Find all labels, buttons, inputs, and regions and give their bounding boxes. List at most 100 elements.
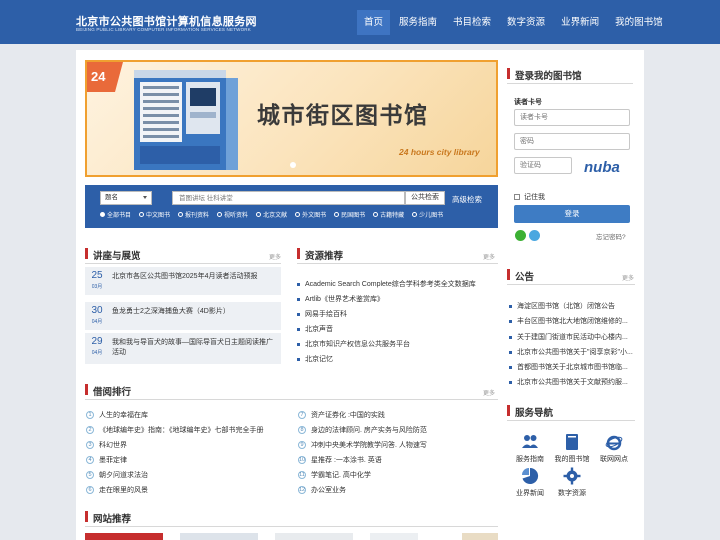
- ranking-item[interactable]: 11 学霸笔记. 高中化学: [298, 470, 371, 480]
- scope-option[interactable]: 中文图书: [139, 210, 170, 219]
- site-link-logo[interactable]: [370, 533, 418, 540]
- captcha-image[interactable]: nuba: [582, 156, 622, 178]
- resource-item[interactable]: 北京市知识产权信息公共服务平台: [297, 339, 410, 349]
- people-icon: [522, 435, 538, 448]
- bullet-icon: [509, 365, 512, 369]
- search-field-select-value: 题名: [105, 194, 118, 201]
- site-link-logo[interactable]: [180, 533, 258, 540]
- divider: [85, 526, 498, 527]
- ranking-more-link[interactable]: 更多: [483, 388, 495, 397]
- divider: [85, 263, 281, 264]
- nav-home[interactable]: 首页: [357, 10, 391, 35]
- advanced-search-link[interactable]: 高级检索: [452, 194, 482, 205]
- forgot-password-link[interactable]: 忘记密码?: [596, 231, 626, 241]
- bullet-icon: [509, 335, 512, 339]
- search-field-select[interactable]: 题名: [100, 191, 152, 205]
- badge-text: 24: [91, 69, 106, 84]
- rank-number: 8: [298, 426, 306, 434]
- radio-icon: [334, 212, 340, 217]
- divider: [297, 263, 498, 264]
- resource-item[interactable]: Artlib《世界艺术鉴赏库》: [297, 294, 384, 304]
- nav-digital-resources[interactable]: 数字资源: [500, 10, 552, 35]
- captcha-text: nuba: [584, 159, 620, 176]
- site-link-logo[interactable]: [462, 533, 498, 540]
- ranking-item[interactable]: 7 资产证券化 :中国的实践: [298, 410, 385, 420]
- lectures-more-link[interactable]: 更多: [269, 252, 281, 261]
- ranking-item[interactable]: 5 朝夕问道求法治: [86, 470, 148, 480]
- bullet-icon: [297, 282, 300, 286]
- lecture-item[interactable]: 25 03月 北京市各区公共图书馆2025年4月读者活动预报: [85, 267, 281, 295]
- service-guide-link[interactable]: 服务指南: [508, 433, 552, 464]
- rank-number: 12: [298, 486, 306, 494]
- ranking-item[interactable]: 9 冲刺中央美术学院教学问答. 人物速写: [298, 440, 427, 450]
- notice-more-link[interactable]: 更多: [622, 273, 634, 282]
- qq-icon[interactable]: [529, 230, 540, 241]
- resource-item[interactable]: 网易手绘百科: [297, 309, 347, 319]
- ranking-item[interactable]: 12 办公室业务: [298, 485, 346, 495]
- ranking-item[interactable]: 8 身边的法律顾问. 房产实务与风险防范: [298, 425, 427, 435]
- notice-item[interactable]: 关于建国门街道市民活动中心楼内...: [509, 332, 628, 342]
- card-number-input[interactable]: [514, 109, 630, 126]
- my-library-link[interactable]: 我的图书馆: [550, 433, 594, 464]
- bullet-icon: [297, 342, 300, 346]
- site-link-logo[interactable]: [275, 533, 353, 540]
- nav-service-guide[interactable]: 服务指南: [392, 10, 444, 35]
- notice-item[interactable]: 海淀区图书馆（北馆）闭馆公告: [509, 301, 615, 311]
- ranking-item[interactable]: 2 《地球编年史》指南：《地球编年史》七部书完全手册: [86, 425, 264, 435]
- section-marker: [507, 269, 510, 280]
- resources-more-link[interactable]: 更多: [483, 252, 495, 261]
- password-input[interactable]: [514, 133, 630, 150]
- notice-item[interactable]: 北京市公共图书馆关于文献预约服...: [509, 377, 628, 387]
- ranking-item[interactable]: 6 走在眼里的风景: [86, 485, 148, 495]
- scope-option[interactable]: 外文图书: [295, 210, 326, 219]
- scope-option[interactable]: 报刊资料: [178, 210, 209, 219]
- scope-option[interactable]: 少儿图书: [412, 210, 443, 219]
- scope-option[interactable]: 民国图书: [334, 210, 365, 219]
- industry-news-link[interactable]: 业界新闻: [508, 467, 552, 498]
- section-marker: [507, 405, 510, 416]
- divider: [507, 284, 635, 285]
- ranking-item[interactable]: 10 星推荐 :一本涂书. 英语: [298, 455, 382, 465]
- nav-my-library[interactable]: 我的图书馆: [608, 10, 670, 35]
- resource-item[interactable]: 北京记忆: [297, 354, 333, 364]
- library-kiosk-image: [134, 70, 238, 170]
- lecture-item[interactable]: 30 04月 鱼龙勇士2之深海捕鱼大赛（4D影片）: [85, 302, 281, 330]
- card-number-label: 读者卡号: [514, 99, 542, 106]
- ranking-item[interactable]: 3 科幻世界: [86, 440, 127, 450]
- ranking-item[interactable]: 4 墨菲定律: [86, 455, 127, 465]
- nav-industry-news[interactable]: 业界新闻: [554, 10, 606, 35]
- wechat-icon[interactable]: [515, 230, 526, 241]
- lecture-month: 03月: [91, 284, 103, 290]
- resource-item[interactable]: Academic Search Complete综合学科参考类全文数据库: [297, 279, 476, 289]
- search-button[interactable]: 公共检索: [405, 191, 445, 205]
- rank-number: 5: [86, 471, 94, 479]
- services-title: 服务导航: [515, 408, 554, 419]
- resource-item[interactable]: 北京声音: [297, 324, 333, 334]
- scope-option[interactable]: 全部书目: [100, 210, 131, 219]
- banner-carousel[interactable]: 24 城市街区图书馆 24 hours city library: [85, 60, 498, 177]
- site-link-logo[interactable]: [85, 533, 163, 540]
- remember-me[interactable]: 记住我: [514, 192, 545, 202]
- sites-section-header: 网站推荐: [85, 511, 498, 527]
- login-button[interactable]: 登录: [514, 205, 630, 223]
- rank-number: 3: [86, 441, 94, 449]
- bullet-icon: [509, 350, 512, 354]
- notice-item[interactable]: 首都图书馆关于北京城市图书馆临...: [509, 362, 628, 372]
- nav-catalog-search[interactable]: 书目检索: [446, 10, 498, 35]
- notice-item[interactable]: 北京市公共图书馆关于"阅享京彩"小...: [509, 347, 633, 357]
- carousel-dot[interactable]: [290, 162, 296, 168]
- captcha-input[interactable]: [514, 157, 572, 174]
- lectures-title: 讲座与展览: [93, 251, 141, 262]
- notice-item[interactable]: 丰台区图书馆北大地馆闭馆维修的...: [509, 316, 628, 326]
- scope-option[interactable]: 古籍特藏: [373, 210, 404, 219]
- divider: [507, 83, 633, 84]
- bullet-icon: [297, 327, 300, 331]
- search-input[interactable]: [172, 191, 405, 205]
- scope-option[interactable]: 北京文献: [256, 210, 287, 219]
- ranking-item[interactable]: 1 人生的幸福在库: [86, 410, 148, 420]
- digital-resources-link[interactable]: 数字资源: [550, 467, 594, 498]
- network-points-link[interactable]: 联网网点: [592, 433, 636, 464]
- lecture-item[interactable]: 29 04月 我和我与导盲犬的故事—国际导盲犬日主题阅读推广活动: [85, 333, 281, 364]
- scope-option[interactable]: 视听资料: [217, 210, 248, 219]
- resources-title: 资源推荐: [305, 251, 344, 262]
